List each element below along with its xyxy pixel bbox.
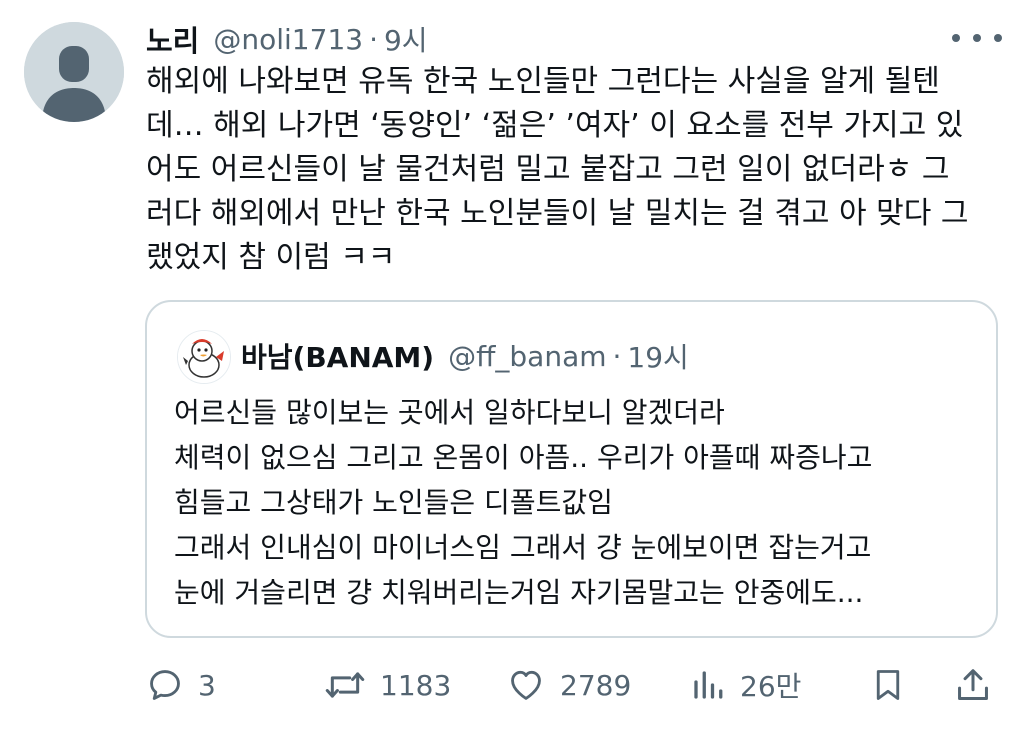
author-name[interactable]: 노리 (146, 18, 199, 60)
bookmark-button[interactable] (870, 660, 906, 710)
share-icon (958, 669, 988, 700)
retweet-icon (325, 672, 365, 698)
tweet-text-line: 어도 어르신들이 날 물건처럼 밀고 붙잡고 그런 일이 없더라ㅎ 그 (146, 152, 950, 187)
views-button[interactable]: 26만 (690, 660, 801, 710)
quoted-tweet-header: 바남(BANAM) @ff_banam · 19시 (241, 336, 689, 376)
author-handle[interactable]: @noli1713 (213, 23, 363, 56)
quoted-text-line: 체력이 없으심 그리고 온몸이 아픔.. 우리가 아플때 짜증나고 (174, 441, 873, 474)
like-button[interactable]: 2789 (506, 660, 631, 710)
reply-icon (150, 670, 180, 700)
quoted-tweet-text: 어르신들 많이보는 곳에서 일하다보니 알겠더라 체력이 없으심 그리고 온몸이… (174, 390, 984, 615)
quoted-text-line: 힘들고 그상태가 노인들은 디폴트값임 (174, 486, 613, 519)
retweet-button[interactable]: 1183 (324, 660, 451, 710)
more-dot-icon (952, 34, 960, 42)
share-button[interactable] (954, 660, 992, 710)
reply-button[interactable]: 3 (146, 660, 216, 710)
quoted-tweet-card[interactable]: 바남(BANAM) @ff_banam · 19시 어르신들 많이보는 곳에서 … (145, 300, 998, 638)
default-avatar-icon (24, 22, 124, 122)
heart-icon (511, 670, 541, 700)
quoted-text-line: 그래서 인내심이 마이너스임 그래서 걍 눈에보이면 잡는거고 (174, 531, 872, 564)
quoted-tweet-time[interactable]: 19시 (627, 336, 688, 376)
tweet-text-line: 해외에 나와보면 유독 한국 노인들만 그런다는 사실을 알게 될텐 (146, 64, 940, 99)
quoted-text-line: 어르신들 많이보는 곳에서 일하다보니 알겠더라 (174, 396, 725, 429)
more-dot-icon (994, 34, 1002, 42)
quoted-author-name[interactable]: 바남(BANAM) (241, 336, 434, 376)
bookmark-icon (876, 670, 900, 700)
tweet-text: 해외에 나와보면 유독 한국 노인들만 그런다는 사실을 알게 될텐 데… 해외… (146, 60, 1006, 280)
duck-mascot-avatar-icon (178, 331, 230, 383)
tweet-time[interactable]: 9시 (384, 19, 428, 59)
retweet-count: 1183 (380, 668, 452, 702)
quoted-author-handle[interactable]: @ff_banam (448, 340, 606, 373)
separator-dot: · (369, 22, 378, 56)
more-dot-icon (973, 34, 981, 42)
quoted-text-line: 눈에 거슬리면 걍 치워버리는거임 자기몸말고는 안중에도... (174, 576, 864, 609)
author-avatar[interactable] (24, 22, 124, 122)
tweet-text-line: 랬었지 참 이럼 ㅋㅋ (146, 240, 396, 275)
like-count: 2789 (560, 668, 632, 702)
quoted-author-avatar[interactable] (177, 330, 231, 384)
tweet-text-line: 데… 해외 나가면 ‘동양인’ ‘젊은’ ’여자’ 이 요소를 전부 가지고 있 (146, 108, 964, 143)
separator-dot: · (612, 339, 622, 373)
views-count: 26만 (740, 670, 802, 703)
tweet-action-bar: 3 1183 2789 26만 (146, 660, 1006, 710)
views-chart-icon (694, 671, 723, 699)
tweet-header: 노리 @noli1713 · 9시 (146, 18, 428, 60)
more-options-button[interactable] (952, 26, 1002, 50)
reply-count: 3 (198, 668, 216, 702)
tweet-text-line: 러다 해외에서 만난 한국 노인분들이 날 밀치는 걸 겪고 아 맞다 그 (146, 196, 969, 231)
